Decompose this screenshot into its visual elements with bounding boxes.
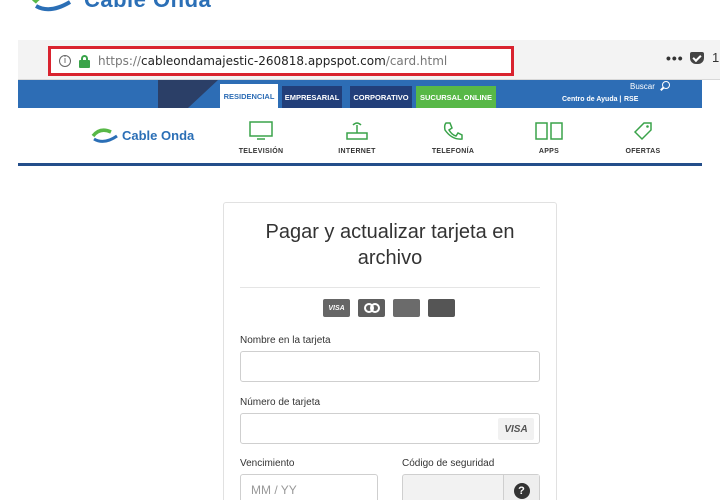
- help-center-link[interactable]: Centro de Ayuda |: [562, 96, 621, 103]
- tab-sucursal-online[interactable]: SUCURSAL ONLINE: [416, 86, 496, 108]
- expiry-label: Vencimiento: [240, 458, 295, 469]
- nav-item-telefonia[interactable]: TELEFONÍA: [418, 120, 488, 155]
- site-logo[interactable]: Cable Onda: [90, 126, 194, 144]
- nav-item-label: OFERTAS: [625, 148, 661, 155]
- main-nav: Cable Onda TELEVISIÓN INTERNET TELEFONÍA…: [18, 108, 702, 166]
- nav-item-label: INTERNET: [338, 148, 376, 155]
- site-top-nav: RESIDENCIAL EMPRESARIAL CORPORATIVO SUCU…: [18, 80, 702, 108]
- tab-corporativo[interactable]: CORPORATIVO: [350, 86, 412, 108]
- site-logo-text: Cable Onda: [122, 127, 195, 143]
- tab-empresarial[interactable]: EMPRESARIAL: [282, 86, 342, 108]
- router-icon: [346, 122, 368, 140]
- card-number-field[interactable]: VISA: [240, 413, 540, 444]
- number-label: Número de tarjeta: [240, 397, 321, 408]
- nav-item-label: TELEVISIÓN: [238, 148, 284, 155]
- browser-toolbar: i https://cableondamajestic-260818.appsp…: [18, 40, 720, 80]
- form-title: Pagar y actualizar tarjeta en archivo: [265, 221, 515, 269]
- help-icon: ?: [513, 482, 530, 499]
- nav-decoration: [158, 80, 218, 108]
- lock-icon[interactable]: [79, 55, 90, 68]
- nav-item-apps[interactable]: APPS: [514, 120, 584, 155]
- cable-onda-logo-icon: [32, 0, 72, 12]
- nav-item-label: TELEFONÍA: [431, 148, 475, 155]
- url-path: /card.html: [385, 54, 448, 68]
- cvv-label: Código de seguridad: [402, 458, 495, 469]
- tab-residencial[interactable]: RESIDENCIAL: [220, 84, 278, 108]
- url-text[interactable]: https://cableondamajestic-260818.appspot…: [98, 54, 447, 68]
- card-type-badge: VISA: [498, 418, 534, 440]
- amex-logo-icon: [393, 299, 420, 317]
- nav-item-label: APPS: [538, 148, 560, 155]
- tv-icon: [249, 121, 273, 140]
- page-actions-menu-icon[interactable]: •••: [666, 50, 684, 66]
- url-host: cableondamajestic-260818.appspot.com: [141, 54, 386, 68]
- mastercard-logo-icon: [358, 299, 385, 317]
- phone-icon: [443, 122, 463, 140]
- search-icon[interactable]: [662, 81, 670, 89]
- card-name-input[interactable]: [241, 352, 539, 381]
- info-icon[interactable]: i: [59, 55, 71, 67]
- top-logo-text: Cable Onda: [84, 0, 211, 13]
- cvv-input[interactable]: [403, 475, 503, 500]
- payment-form-card: Pagar y actualizar tarjeta en archivo VI…: [223, 202, 557, 500]
- rse-link[interactable]: RSE: [624, 96, 638, 103]
- search-link[interactable]: Buscar: [630, 82, 655, 91]
- cvv-help-button[interactable]: ?: [503, 475, 539, 500]
- card-brands: VISA: [323, 299, 455, 317]
- cable-onda-logo-icon: [91, 128, 118, 143]
- expiry-field[interactable]: [240, 474, 378, 500]
- tag-icon: [633, 122, 652, 141]
- divider: [240, 287, 540, 288]
- url-prefix: https://: [98, 54, 142, 68]
- card-number-input[interactable]: [241, 414, 539, 443]
- visa-logo-icon: VISA: [323, 299, 350, 317]
- apps-icon: [535, 122, 563, 140]
- address-bar[interactable]: i https://cableondamajestic-260818.appsp…: [48, 46, 514, 76]
- card-name-field[interactable]: [240, 351, 540, 382]
- nav-item-ofertas[interactable]: OFERTAS: [608, 120, 678, 155]
- nav-item-television[interactable]: TELEVISIÓN: [226, 120, 296, 155]
- top-logo: Cable Onda: [30, 0, 211, 12]
- cvv-field[interactable]: ?: [402, 474, 540, 500]
- discover-logo-icon: [428, 299, 455, 317]
- toolbar-overflow-text: 1: [712, 50, 720, 65]
- name-label: Nombre en la tarjeta: [240, 335, 331, 346]
- nav-item-internet[interactable]: INTERNET: [322, 120, 392, 155]
- expiry-input[interactable]: [241, 475, 377, 500]
- pocket-icon[interactable]: [690, 52, 704, 64]
